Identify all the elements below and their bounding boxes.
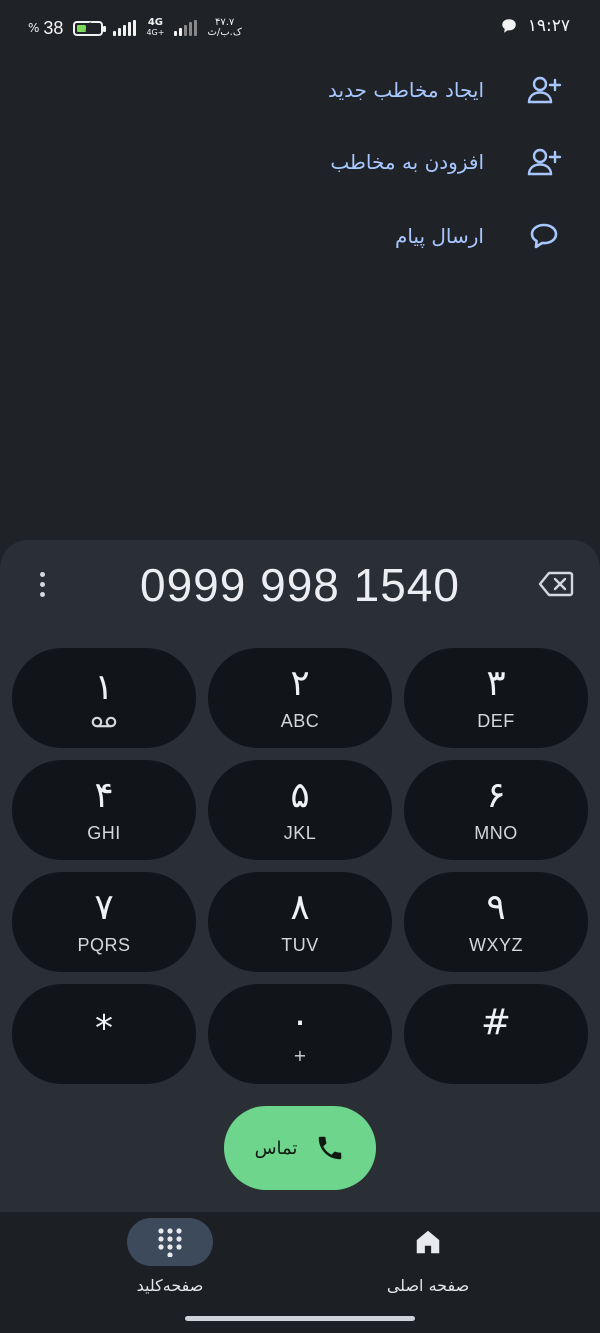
dialpad-panel: 0999 998 1540 ۱ ۲ ABC ۳ DEF ۴ GHI ۵ JKL … — [0, 540, 600, 1212]
key-3[interactable]: ۳ DEF — [404, 648, 588, 748]
more-options-icon[interactable] — [26, 566, 58, 602]
nav-home[interactable]: صفحه اصلی — [278, 1218, 578, 1308]
status-time: ۱۹:۲۷ — [527, 16, 570, 36]
network-speed: ۴۷.۷ ک.ب/ث — [207, 18, 241, 38]
key-letters: DEF — [477, 711, 515, 731]
nav-keypad-pill — [127, 1218, 213, 1266]
message-icon — [524, 216, 564, 256]
key-letters: TUV — [281, 935, 319, 955]
call-label: تماس — [254, 1137, 298, 1159]
key-0[interactable]: ۰ + — [208, 984, 392, 1084]
nav-home-pill — [385, 1218, 471, 1266]
key-digit: ۶ — [486, 775, 506, 816]
key-letters: MNO — [474, 823, 518, 843]
key-letters: PQRS — [77, 935, 131, 955]
key-digit: ۰ — [290, 1001, 310, 1042]
key-star[interactable]: * — [12, 984, 196, 1084]
battery-icon: ⚡ — [73, 19, 107, 36]
bottom-navigation: صفحه‌کلید صفحه اصلی — [0, 1212, 600, 1333]
nav-keypad[interactable]: صفحه‌کلید — [20, 1218, 320, 1308]
key-4[interactable]: ۴ GHI — [12, 760, 196, 860]
network-label: 4G — [147, 17, 164, 28]
key-hash[interactable]: # — [404, 984, 588, 1084]
create-new-contact-action[interactable]: ایجاد مخاطب جدید — [328, 60, 564, 120]
key-1[interactable]: ۱ — [12, 648, 196, 748]
key-digit: ۸ — [290, 887, 310, 928]
key-digit: * — [95, 1008, 113, 1049]
send-message-action[interactable]: ارسال پیام — [395, 206, 564, 266]
key-letters: ABC — [280, 711, 320, 731]
key-digit: ۵ — [290, 775, 310, 816]
add-to-contact-icon — [524, 142, 564, 182]
dialed-number[interactable]: 0999 998 1540 — [110, 550, 490, 620]
signal-strength-icon — [113, 20, 137, 36]
status-bar-left: % 38 ⚡ 4G 4G+ ۴۷.۷ ک.ب/ث — [28, 16, 242, 40]
battery-level: 38 — [43, 17, 64, 38]
backspace-icon — [538, 571, 574, 597]
nav-keypad-label: صفحه‌کلید — [136, 1276, 204, 1295]
key-digit: ۳ — [486, 663, 506, 704]
key-digit: ۴ — [94, 775, 114, 816]
home-icon — [416, 1230, 440, 1254]
status-bar-right: ۱۹:۲۷ — [500, 16, 570, 36]
key-5[interactable]: ۵ JKL — [208, 760, 392, 860]
key-letters: WXYZ — [469, 935, 523, 955]
nav-home-label: صفحه اصلی — [386, 1276, 470, 1295]
action-label: افزودن به مخاطب — [330, 150, 484, 174]
key-digit: ۱ — [94, 667, 114, 708]
charging-icon: ⚡ — [83, 19, 93, 35]
key-letters: JKL — [283, 823, 317, 843]
key-letters: GHI — [87, 823, 121, 843]
dialpad-icon — [158, 1228, 182, 1257]
network-speed-unit: ک.ب/ث — [207, 27, 242, 38]
network-sub-label: 4G+ — [146, 28, 165, 37]
key-6[interactable]: ۶ MNO — [404, 760, 588, 860]
add-contact-icon — [524, 70, 564, 110]
key-digit: ۹ — [486, 887, 506, 928]
signal-strength-icon-2 — [174, 20, 198, 36]
key-digit: ۲ — [290, 663, 310, 704]
chat-bubble-icon — [501, 19, 516, 33]
action-label: ایجاد مخاطب جدید — [328, 78, 484, 102]
network-type: 4G 4G+ — [146, 18, 164, 38]
call-button[interactable]: تماس — [224, 1106, 376, 1190]
battery-percent-sign: % — [28, 21, 40, 35]
key-8[interactable]: ۸ TUV — [208, 872, 392, 972]
key-9[interactable]: ۹ WXYZ — [404, 872, 588, 972]
voicemail-icon — [91, 716, 117, 728]
action-label: ارسال پیام — [394, 224, 484, 248]
phone-icon — [319, 1136, 342, 1160]
key-2[interactable]: ۲ ABC — [208, 648, 392, 748]
key-plus: + — [293, 1046, 307, 1065]
backspace-button[interactable] — [536, 566, 576, 602]
status-bar: % 38 ⚡ 4G 4G+ ۴۷.۷ ک.ب/ث ۱۹:۲۷ — [0, 0, 600, 56]
key-digit: # — [480, 1002, 512, 1043]
add-to-contact-action[interactable]: افزودن به مخاطب — [330, 132, 564, 192]
key-7[interactable]: ۷ PQRS — [12, 872, 196, 972]
gesture-home-indicator[interactable] — [185, 1316, 415, 1321]
key-digit: ۷ — [94, 887, 114, 928]
